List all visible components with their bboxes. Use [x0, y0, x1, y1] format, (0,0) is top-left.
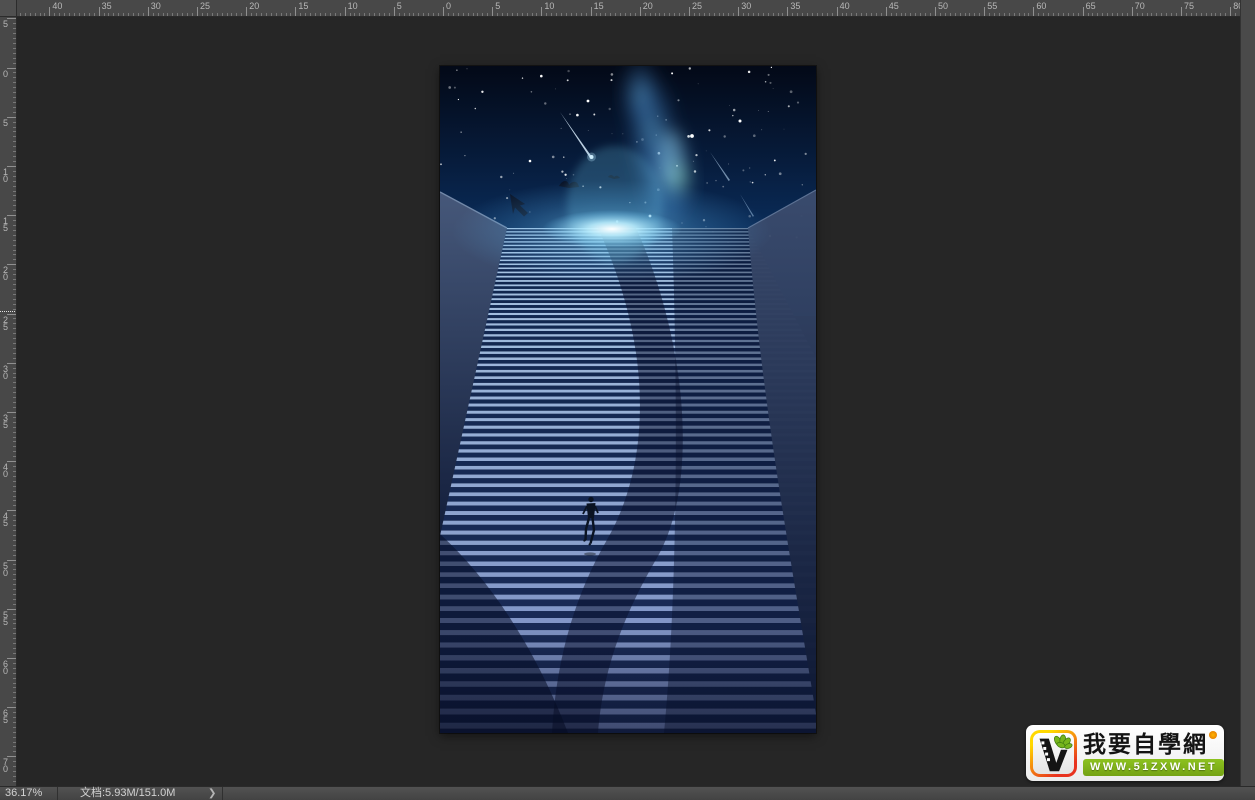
status-options-chevron-icon[interactable]: ❯: [208, 787, 216, 800]
document-canvas[interactable]: [440, 66, 816, 733]
51zxw-logo-icon: [1030, 730, 1077, 777]
statusbar-divider: [222, 787, 223, 800]
ruler-corner[interactable]: [0, 0, 17, 17]
canvas-workspace[interactable]: [17, 17, 1240, 786]
vertical-ruler[interactable]: 5051 01 52 02 53 03 54 04 55 05 56 06 57…: [0, 17, 17, 786]
photoshop-workspace: 4035302520151050510152025303540455055606…: [0, 0, 1255, 800]
watermark-badge-icon: [1209, 731, 1217, 739]
watermark-site-name: 我要自學網: [1083, 731, 1224, 757]
ruler-cursor-marker: [0, 311, 17, 312]
status-bar: 36.17% 文档:5.93M/151.0M ❯: [0, 786, 1255, 800]
artwork-staircase-to-sky: [440, 66, 816, 733]
horizontal-ruler[interactable]: 4035302520151050510152025303540455055606…: [17, 0, 1240, 17]
document-size-info[interactable]: 文档:5.93M/151.0M: [80, 787, 175, 800]
zoom-level-field[interactable]: 36.17%: [5, 787, 42, 800]
vertical-scrollbar[interactable]: [1240, 0, 1255, 786]
51zxw-watermark: 我要自學網 WWW.51ZXW.NET: [1026, 725, 1224, 781]
watermark-site-url: WWW.51ZXW.NET: [1083, 759, 1224, 776]
statusbar-divider: [57, 787, 58, 800]
